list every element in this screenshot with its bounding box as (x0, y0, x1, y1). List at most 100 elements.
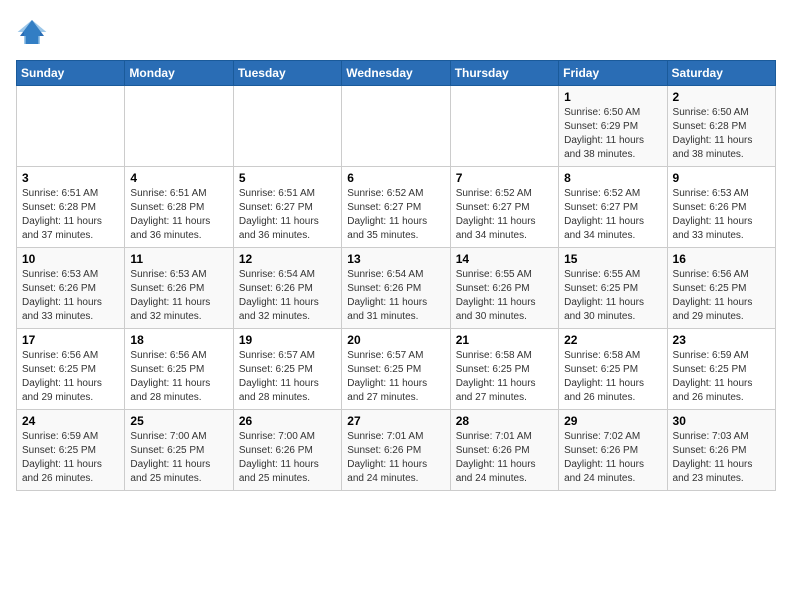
day-info: Sunrise: 6:52 AM Sunset: 6:27 PM Dayligh… (347, 187, 444, 243)
day-number: 17 (22, 333, 119, 347)
logo-icon (16, 16, 48, 48)
day-cell (233, 86, 341, 167)
day-info: Sunrise: 6:50 AM Sunset: 6:28 PM Dayligh… (673, 106, 770, 162)
day-cell (342, 86, 450, 167)
day-info: Sunrise: 6:59 AM Sunset: 6:25 PM Dayligh… (673, 349, 770, 405)
day-cell: 15Sunrise: 6:55 AM Sunset: 6:25 PM Dayli… (559, 248, 667, 329)
day-number: 30 (673, 414, 770, 428)
col-header-monday: Monday (125, 61, 233, 86)
day-number: 2 (673, 90, 770, 104)
day-cell: 29Sunrise: 7:02 AM Sunset: 6:26 PM Dayli… (559, 410, 667, 491)
page-header (16, 16, 776, 48)
week-row-1: 1 Sunrise: 6:50 AM Sunset: 6:29 PM Daylig… (17, 86, 776, 167)
day-cell: 8 Sunrise: 6:52 AM Sunset: 6:27 PM Daylig… (559, 167, 667, 248)
day-info: Sunrise: 7:02 AM Sunset: 6:26 PM Dayligh… (564, 430, 661, 486)
day-number: 4 (130, 171, 227, 185)
day-number: 5 (239, 171, 336, 185)
day-info: Sunrise: 6:51 AM Sunset: 6:28 PM Dayligh… (130, 187, 227, 243)
col-header-tuesday: Tuesday (233, 61, 341, 86)
day-number: 14 (456, 252, 553, 266)
day-number: 23 (673, 333, 770, 347)
week-row-2: 3 Sunrise: 6:51 AM Sunset: 6:28 PM Daylig… (17, 167, 776, 248)
day-cell: 9 Sunrise: 6:53 AM Sunset: 6:26 PM Daylig… (667, 167, 775, 248)
day-number: 27 (347, 414, 444, 428)
day-number: 12 (239, 252, 336, 266)
day-cell: 21 Sunrise: 6:58 AM Sunset: 6:25 PM Dayli… (450, 329, 558, 410)
calendar-table: SundayMondayTuesdayWednesdayThursdayFrid… (16, 60, 776, 491)
day-cell: 2 Sunrise: 6:50 AM Sunset: 6:28 PM Daylig… (667, 86, 775, 167)
day-cell: 26Sunrise: 7:00 AM Sunset: 6:26 PM Dayli… (233, 410, 341, 491)
day-info: Sunrise: 6:55 AM Sunset: 6:26 PM Dayligh… (456, 268, 553, 324)
day-number: 9 (673, 171, 770, 185)
day-number: 13 (347, 252, 444, 266)
day-cell: 16 Sunrise: 6:56 AM Sunset: 6:25 PM Dayli… (667, 248, 775, 329)
day-cell: 5 Sunrise: 6:51 AM Sunset: 6:27 PM Daylig… (233, 167, 341, 248)
day-cell: 20 Sunrise: 6:57 AM Sunset: 6:25 PM Dayli… (342, 329, 450, 410)
day-number: 24 (22, 414, 119, 428)
day-number: 6 (347, 171, 444, 185)
day-info: Sunrise: 6:57 AM Sunset: 6:25 PM Dayligh… (347, 349, 444, 405)
col-header-wednesday: Wednesday (342, 61, 450, 86)
day-info: Sunrise: 6:59 AM Sunset: 6:25 PM Dayligh… (22, 430, 119, 486)
day-number: 20 (347, 333, 444, 347)
day-info: Sunrise: 6:58 AM Sunset: 6:25 PM Dayligh… (456, 349, 553, 405)
day-info: Sunrise: 6:51 AM Sunset: 6:27 PM Dayligh… (239, 187, 336, 243)
day-info: Sunrise: 6:52 AM Sunset: 6:27 PM Dayligh… (564, 187, 661, 243)
day-info: Sunrise: 6:56 AM Sunset: 6:25 PM Dayligh… (673, 268, 770, 324)
day-info: Sunrise: 6:50 AM Sunset: 6:29 PM Dayligh… (564, 106, 661, 162)
day-cell: 24 Sunrise: 6:59 AM Sunset: 6:25 PM Dayli… (17, 410, 125, 491)
day-number: 1 (564, 90, 661, 104)
day-cell: 30 Sunrise: 7:03 AM Sunset: 6:26 PM Dayli… (667, 410, 775, 491)
logo (16, 16, 52, 48)
day-info: Sunrise: 7:00 AM Sunset: 6:25 PM Dayligh… (130, 430, 227, 486)
day-cell: 25 Sunrise: 7:00 AM Sunset: 6:25 PM Dayli… (125, 410, 233, 491)
day-info: Sunrise: 7:01 AM Sunset: 6:26 PM Dayligh… (347, 430, 444, 486)
day-number: 7 (456, 171, 553, 185)
day-number: 8 (564, 171, 661, 185)
day-cell: 4 Sunrise: 6:51 AM Sunset: 6:28 PM Daylig… (125, 167, 233, 248)
day-number: 11 (130, 252, 227, 266)
day-number: 18 (130, 333, 227, 347)
day-info: Sunrise: 6:51 AM Sunset: 6:28 PM Dayligh… (22, 187, 119, 243)
day-info: Sunrise: 6:53 AM Sunset: 6:26 PM Dayligh… (22, 268, 119, 324)
day-cell: 23 Sunrise: 6:59 AM Sunset: 6:25 PM Dayli… (667, 329, 775, 410)
day-number: 26 (239, 414, 336, 428)
day-cell: 27 Sunrise: 7:01 AM Sunset: 6:26 PM Dayli… (342, 410, 450, 491)
day-info: Sunrise: 6:57 AM Sunset: 6:25 PM Dayligh… (239, 349, 336, 405)
day-cell: 19 Sunrise: 6:57 AM Sunset: 6:25 PM Dayli… (233, 329, 341, 410)
week-row-4: 17 Sunrise: 6:56 AM Sunset: 6:25 PM Dayli… (17, 329, 776, 410)
day-number: 3 (22, 171, 119, 185)
day-number: 15 (564, 252, 661, 266)
day-cell: 14 Sunrise: 6:55 AM Sunset: 6:26 PM Dayli… (450, 248, 558, 329)
day-number: 21 (456, 333, 553, 347)
col-header-friday: Friday (559, 61, 667, 86)
day-cell: 11 Sunrise: 6:53 AM Sunset: 6:26 PM Dayli… (125, 248, 233, 329)
day-cell: 28 Sunrise: 7:01 AM Sunset: 6:26 PM Dayli… (450, 410, 558, 491)
day-info: Sunrise: 6:53 AM Sunset: 6:26 PM Dayligh… (673, 187, 770, 243)
day-cell (125, 86, 233, 167)
day-cell: 13 Sunrise: 6:54 AM Sunset: 6:26 PM Dayli… (342, 248, 450, 329)
day-info: Sunrise: 6:53 AM Sunset: 6:26 PM Dayligh… (130, 268, 227, 324)
day-cell (450, 86, 558, 167)
day-number: 16 (673, 252, 770, 266)
day-number: 19 (239, 333, 336, 347)
day-number: 10 (22, 252, 119, 266)
calendar-header: SundayMondayTuesdayWednesdayThursdayFrid… (17, 61, 776, 86)
week-row-3: 10 Sunrise: 6:53 AM Sunset: 6:26 PM Dayli… (17, 248, 776, 329)
day-info: Sunrise: 7:01 AM Sunset: 6:26 PM Dayligh… (456, 430, 553, 486)
col-header-thursday: Thursday (450, 61, 558, 86)
day-info: Sunrise: 6:58 AM Sunset: 6:25 PM Dayligh… (564, 349, 661, 405)
col-header-saturday: Saturday (667, 61, 775, 86)
week-row-5: 24 Sunrise: 6:59 AM Sunset: 6:25 PM Dayli… (17, 410, 776, 491)
day-info: Sunrise: 6:54 AM Sunset: 6:26 PM Dayligh… (347, 268, 444, 324)
day-info: Sunrise: 6:56 AM Sunset: 6:25 PM Dayligh… (130, 349, 227, 405)
day-info: Sunrise: 6:54 AM Sunset: 6:26 PM Dayligh… (239, 268, 336, 324)
day-info: Sunrise: 6:56 AM Sunset: 6:25 PM Dayligh… (22, 349, 119, 405)
day-info: Sunrise: 7:03 AM Sunset: 6:26 PM Dayligh… (673, 430, 770, 486)
day-cell: 12 Sunrise: 6:54 AM Sunset: 6:26 PM Dayli… (233, 248, 341, 329)
day-number: 28 (456, 414, 553, 428)
day-number: 25 (130, 414, 227, 428)
day-cell: 1 Sunrise: 6:50 AM Sunset: 6:29 PM Daylig… (559, 86, 667, 167)
day-cell: 10 Sunrise: 6:53 AM Sunset: 6:26 PM Dayli… (17, 248, 125, 329)
day-cell: 17 Sunrise: 6:56 AM Sunset: 6:25 PM Dayli… (17, 329, 125, 410)
